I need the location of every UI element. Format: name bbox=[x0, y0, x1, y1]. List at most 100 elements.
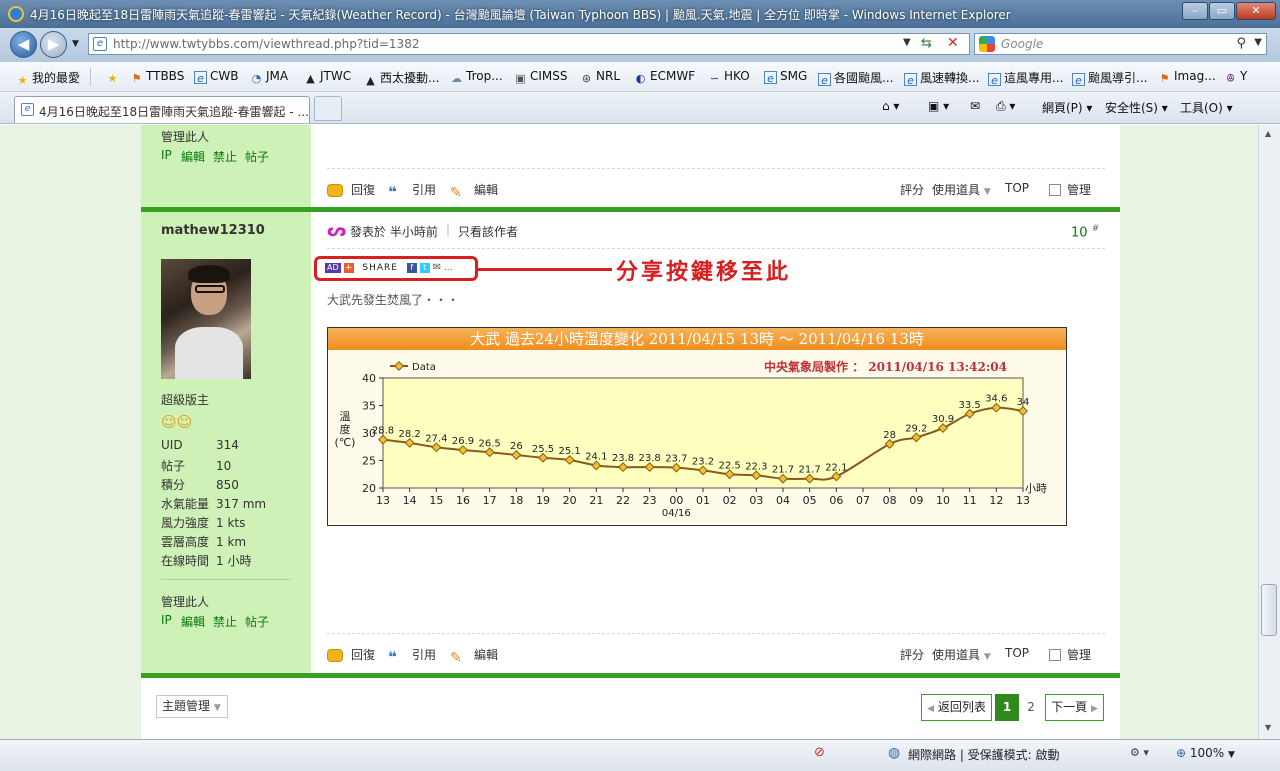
reply-button[interactable]: 回復 bbox=[327, 646, 375, 663]
quote-button[interactable]: ❝ 引用 bbox=[388, 646, 436, 665]
restore-button[interactable]: ▭ bbox=[1209, 2, 1235, 20]
scroll-down-icon[interactable]: ▼ bbox=[1265, 723, 1271, 732]
fav-steering[interactable]: e 颱風導引... bbox=[1072, 69, 1147, 87]
next-page-button[interactable]: 下一頁 ▶ bbox=[1045, 694, 1104, 721]
stop-icon[interactable]: ✕ bbox=[947, 35, 959, 51]
fav-jma[interactable]: ◔ JMA bbox=[250, 69, 288, 85]
fav-yahoo[interactable]: ꔮY bbox=[1224, 69, 1247, 85]
search-input[interactable]: Google bbox=[1001, 37, 1043, 51]
back-button[interactable]: ◀ bbox=[10, 31, 37, 58]
page-2-link[interactable]: 2 bbox=[1021, 694, 1041, 721]
data-label: 22.3 bbox=[745, 461, 767, 472]
refresh-icon[interactable]: ⇆ bbox=[921, 36, 932, 51]
safety-menu[interactable]: 安全性(S) ▾ bbox=[1105, 99, 1168, 116]
posts-link[interactable]: 帖子 bbox=[245, 613, 269, 630]
address-bar[interactable]: e http://www.twtybbs.com/viewthread.php?… bbox=[88, 33, 970, 55]
fav-wind-convert[interactable]: e 風速轉換... bbox=[904, 69, 979, 87]
post-message: 大武先發生焚風了・・・ bbox=[327, 293, 460, 307]
close-button[interactable]: ✕ bbox=[1236, 2, 1276, 20]
search-icon[interactable]: ⚲ bbox=[1236, 36, 1246, 51]
manage-user-link[interactable]: 管理此人 bbox=[161, 593, 209, 610]
separator bbox=[327, 248, 1105, 249]
print-icon[interactable]: ⎙ ▾ bbox=[996, 99, 1015, 114]
admin-checkbox[interactable]: 管理 bbox=[1049, 646, 1091, 663]
edit-button[interactable]: ✎ 編輯 bbox=[450, 181, 498, 200]
author-name[interactable]: mathew12310 bbox=[161, 223, 265, 238]
recent-pages-dropdown-icon[interactable]: ▼ bbox=[72, 39, 79, 49]
thread-admin-dropdown[interactable]: 主題管理 ▼ bbox=[156, 695, 228, 718]
data-label: 28.8 bbox=[372, 426, 394, 437]
fav-typhoon-countries[interactable]: e 各國颱風... bbox=[818, 69, 893, 87]
top-link[interactable]: TOP bbox=[1005, 181, 1029, 195]
fav-imag[interactable]: ⚑ Imag... bbox=[1158, 69, 1216, 85]
posts-link[interactable]: 帖子 bbox=[245, 148, 269, 165]
edit-button[interactable]: ✎ 編輯 bbox=[450, 646, 498, 665]
page-1-current[interactable]: 1 bbox=[995, 694, 1019, 721]
ip-link[interactable]: IP bbox=[161, 613, 172, 627]
zoom-control[interactable]: ⊕ 100% ▼ bbox=[1176, 746, 1235, 760]
fav-jtwc[interactable]: ▲ JTWC bbox=[304, 69, 351, 85]
stat-value: 1 km bbox=[216, 535, 247, 549]
rate-link[interactable]: 評分 bbox=[900, 646, 924, 663]
fav-cimss[interactable]: ▣ CIMSS bbox=[514, 69, 567, 85]
share-more: ... bbox=[443, 263, 453, 273]
address-url[interactable]: http://www.twtybbs.com/viewthread.php?ti… bbox=[113, 37, 419, 51]
new-tab-button[interactable] bbox=[314, 96, 342, 121]
scroll-up-icon[interactable]: ▲ bbox=[1265, 129, 1271, 138]
fav-dedicated[interactable]: e 這風專用... bbox=[988, 69, 1063, 87]
manage-user-link[interactable]: 管理此人 bbox=[161, 128, 209, 145]
security-zone[interactable]: 網際網路 | 受保護模式: 啟動 bbox=[908, 746, 1060, 763]
minimize-button[interactable]: – bbox=[1182, 2, 1208, 20]
vertical-scrollbar[interactable]: ▲ ▼ bbox=[1258, 125, 1280, 739]
fav-cwb[interactable]: e CWB bbox=[194, 69, 238, 85]
reply-button[interactable]: 回復 bbox=[327, 181, 375, 198]
yahoo-icon: ꔮ bbox=[1226, 72, 1235, 85]
floor-value: 10 bbox=[1071, 225, 1088, 241]
back-to-list-button[interactable]: ◀ 返回列表 bbox=[921, 694, 992, 721]
top-link[interactable]: TOP bbox=[1005, 646, 1029, 660]
rate-link[interactable]: 評分 bbox=[900, 181, 924, 198]
popup-blocker-icon[interactable]: ⊘ bbox=[814, 745, 825, 760]
user-stats: UID 314 帖子 10 積分 850 水氣能量 317 mm 風力強度 1 kts 雲… bbox=[161, 438, 291, 571]
favorites-button[interactable]: ★ 我的最愛 bbox=[16, 69, 80, 87]
fav-hko[interactable]: ∽ HKO bbox=[708, 69, 750, 85]
favorites-bar: ★ 我的最愛 ★ ⚑ TTBBS e CWB ◔ JMA ▲ JTWC ▲ 西太擾動... … bbox=[0, 62, 1280, 92]
mail-icon[interactable]: ✉ bbox=[970, 99, 980, 113]
feeds-icon[interactable]: ▣ ▾ bbox=[928, 99, 949, 113]
fav-trop[interactable]: ☁ Trop... bbox=[450, 69, 503, 85]
ip-link[interactable]: IP bbox=[161, 148, 172, 162]
use-tool-menu[interactable]: 使用道具 ▼ bbox=[932, 181, 991, 198]
next-page-label: 下一頁 bbox=[1051, 700, 1088, 714]
use-tool-menu[interactable]: 使用道具 ▼ bbox=[932, 646, 991, 663]
admin-checkbox[interactable]: 管理 bbox=[1049, 181, 1091, 198]
protected-mode-icon[interactable]: ⚙ ▾ bbox=[1130, 746, 1149, 759]
scroll-thumb[interactable] bbox=[1261, 584, 1277, 636]
quote-button[interactable]: ❝ 引用 bbox=[388, 181, 436, 200]
edit-user-link[interactable]: 編輯 bbox=[181, 148, 205, 165]
zoom-level: 100% bbox=[1189, 746, 1225, 760]
tools-menu[interactable]: 工具(O) ▾ bbox=[1180, 99, 1233, 116]
fav-nrl[interactable]: ⊛ NRL bbox=[580, 69, 620, 85]
search-box[interactable]: Google ⚲ ▼ bbox=[974, 33, 1267, 55]
data-label: 34.6 bbox=[985, 394, 1007, 405]
home-icon[interactable]: ⌂ ▾ bbox=[882, 99, 899, 113]
fav-west-pacific[interactable]: ▲ 西太擾動... bbox=[364, 69, 439, 87]
ban-link[interactable]: 禁止 bbox=[213, 613, 237, 630]
search-dropdown-icon[interactable]: ▼ bbox=[1254, 37, 1262, 48]
stat-value: 1 小時 bbox=[216, 554, 252, 568]
chart-title: 大武 過去24小時溫度變化 2011/04/15 13時 ～ 2011/04/1… bbox=[328, 328, 1066, 350]
ban-link[interactable]: 禁止 bbox=[213, 148, 237, 165]
fav-ecmwf[interactable]: ◐ ECMWF bbox=[634, 69, 695, 85]
fav-ttbbs[interactable]: ⚑ TTBBS bbox=[130, 69, 185, 85]
page-menu[interactable]: 網頁(P) ▾ bbox=[1042, 99, 1092, 116]
share-button[interactable]: AD + SHARE f t ✉ ... bbox=[325, 262, 475, 275]
tab-active[interactable]: e 4月16日晚起至18日雷陣雨天氣追蹤-春雷響起 - ... bbox=[14, 96, 310, 123]
edit-user-link[interactable]: 編輯 bbox=[181, 613, 205, 630]
author-only-link[interactable]: 只看該作者 bbox=[458, 223, 518, 240]
forward-button[interactable]: ▶ bbox=[40, 31, 67, 58]
address-dropdown-icon[interactable]: ▼ bbox=[903, 37, 911, 48]
fav-smg[interactable]: e SMG bbox=[764, 69, 807, 85]
avatar[interactable] bbox=[161, 259, 251, 379]
add-favorite-icon[interactable]: ★ bbox=[106, 69, 122, 85]
globe-icon: ◍ bbox=[888, 745, 901, 761]
